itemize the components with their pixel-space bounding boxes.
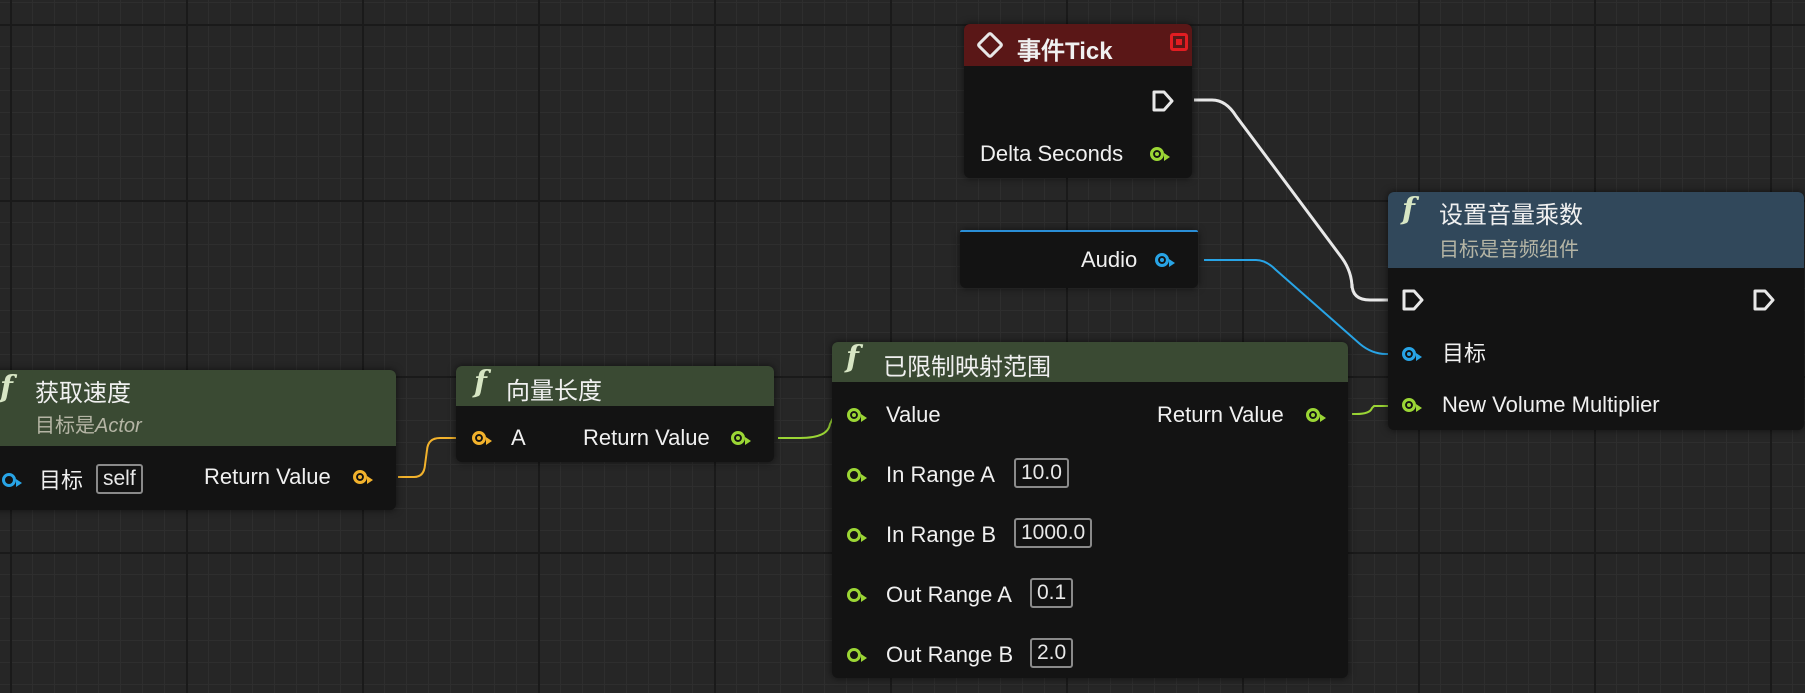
target-pin[interactable]: [2, 473, 22, 487]
node-title: 获取速度: [35, 380, 131, 407]
return-value-pin[interactable]: [1306, 408, 1326, 422]
target-pin[interactable]: [1402, 347, 1422, 361]
vector-length-header: f 向量长度: [456, 365, 774, 406]
out-range-b-label: Out Range B: [886, 642, 1014, 667]
node-subtitle: 目标是音频组件: [1439, 239, 1579, 261]
exec-out-pin[interactable]: [1753, 289, 1775, 311]
value-pin-label: Value: [886, 402, 941, 427]
vector-wire-velocity-to-length[interactable]: [398, 437, 462, 478]
value-pin[interactable]: [847, 408, 867, 422]
in-range-b-label: In Range B: [886, 522, 997, 547]
get-velocity-header: f 获取速度 目标是Actor: [0, 370, 396, 446]
get-velocity-node[interactable]: f 获取速度 目标是Actor 目标 self Return Value: [0, 370, 396, 510]
event-tick-node[interactable]: 事件Tick Delta Seconds: [964, 24, 1192, 178]
function-icon: f: [1402, 192, 1415, 227]
in-range-b-pin[interactable]: [847, 528, 867, 542]
target-pin-label: 目标: [39, 468, 84, 493]
out-range-b-pin[interactable]: [847, 648, 867, 662]
return-value-label: Return Value: [1157, 402, 1284, 427]
out-range-a-field[interactable]: 0.1: [1030, 578, 1074, 608]
in-range-a-label: In Range A: [886, 462, 995, 487]
function-icon: f: [846, 340, 859, 375]
function-icon: f: [474, 365, 487, 400]
return-value-label: Return Value: [204, 464, 331, 489]
exec-in-pin[interactable]: [1402, 289, 1424, 311]
out-range-a-label: Out Range A: [886, 582, 1012, 607]
node-subtitle: 目标是Actor: [35, 415, 142, 437]
in-range-b-field[interactable]: 1000.0: [1014, 518, 1093, 548]
vector-length-node[interactable]: f 向量长度 A Return Value: [456, 365, 774, 462]
delta-seconds-pin[interactable]: [1150, 147, 1170, 161]
a-pin-label: A: [511, 425, 526, 450]
object-wire-audio-to-target[interactable]: [1204, 259, 1394, 355]
out-range-a-pin[interactable]: [847, 588, 867, 602]
node-title: 向量长度: [506, 378, 602, 405]
node-title: 事件Tick: [1017, 38, 1113, 65]
delta-seconds-label: Delta Seconds: [980, 141, 1124, 166]
float-wire-return-to-multiplier[interactable]: [1352, 405, 1392, 415]
in-range-a-pin[interactable]: [847, 468, 867, 482]
out-range-b-field[interactable]: 2.0: [1030, 638, 1074, 668]
audio-label: Audio: [1081, 247, 1138, 272]
event-tick-header: 事件Tick: [964, 24, 1192, 66]
map-range-clamped-node[interactable]: f 已限制映射范围 Value Return Value In Range A …: [832, 340, 1348, 678]
in-range-a-field[interactable]: 10.0: [1014, 458, 1069, 488]
audio-output-pin[interactable]: [1155, 253, 1175, 267]
return-value-pin[interactable]: [731, 431, 751, 445]
new-volume-multiplier-label: New Volume Multiplier: [1442, 392, 1660, 417]
node-title: 已限制映射范围: [883, 354, 1051, 381]
map-range-header: f 已限制映射范围: [832, 340, 1348, 382]
function-icon: f: [0, 370, 13, 405]
audio-variable-node[interactable]: Audio: [960, 230, 1198, 288]
stop-square-icon[interactable]: [1170, 33, 1188, 51]
new-volume-multiplier-pin[interactable]: [1402, 398, 1422, 412]
target-self-field[interactable]: self: [96, 464, 143, 494]
event-diamond-icon: [975, 30, 1005, 60]
variable-top-line: [960, 230, 1198, 232]
return-value-pin[interactable]: [353, 470, 373, 484]
exec-out-pin[interactable]: [1152, 90, 1174, 112]
set-volume-header: f 设置音量乘数 目标是音频组件: [1388, 192, 1804, 268]
node-title: 设置音量乘数: [1439, 202, 1583, 229]
a-pin[interactable]: [472, 431, 492, 445]
exec-wire-tick-to-set-volume[interactable]: [1194, 98, 1390, 302]
set-volume-multiplier-node[interactable]: f 设置音量乘数 目标是音频组件 目标 New Volume Multiplie…: [1388, 192, 1804, 430]
target-pin-label: 目标: [1442, 341, 1487, 366]
return-value-label: Return Value: [583, 425, 710, 450]
